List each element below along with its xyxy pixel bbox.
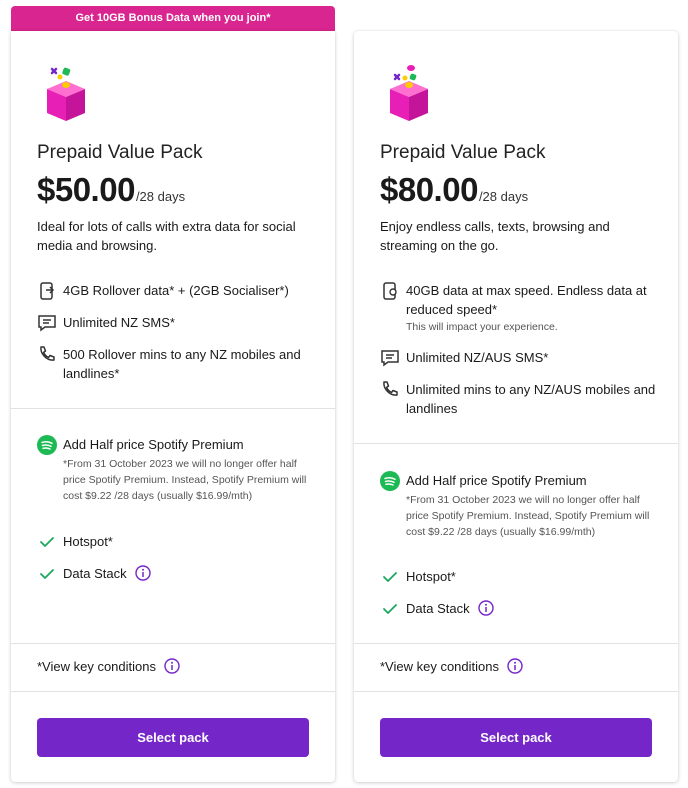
select-pack-button[interactable]: Select pack	[380, 718, 652, 757]
info-icon[interactable]	[507, 658, 523, 674]
feature-text: Unlimited NZ SMS*	[63, 315, 175, 330]
info-icon[interactable]	[164, 658, 180, 674]
phone-icon	[383, 381, 398, 396]
plan-card-80: Prepaid Value Pack $80.00/28 days Enjoy …	[354, 31, 678, 782]
feature-sms: Unlimited NZ/AUS SMS*	[380, 348, 660, 368]
plan-card-50: Prepaid Value Pack $50.00/28 days Ideal …	[11, 31, 335, 782]
data-phone-icon	[40, 282, 55, 300]
spotify-title: Add Half price Spotify Premium	[63, 437, 244, 452]
info-icon[interactable]	[477, 600, 494, 616]
price-row: $80.00/28 days	[380, 171, 528, 209]
spotify-addon[interactable]: Add Half price Spotify Premium *From 31 …	[380, 471, 660, 540]
spotify-note: *From 31 October 2023 we will no longer …	[63, 458, 307, 502]
plan-name: Prepaid Value Pack	[37, 142, 203, 163]
extra-hotspot: Hotspot*	[380, 567, 660, 587]
bonus-data-banner: Get 10GB Bonus Data when you join*	[11, 6, 335, 31]
divider	[11, 408, 335, 409]
plan-description: Enjoy endless calls, texts, browsing and…	[380, 219, 610, 253]
feature-sms: Unlimited NZ SMS*	[37, 313, 317, 333]
divider	[354, 443, 678, 444]
extra-text: Data Stack	[63, 566, 127, 581]
spotify-title: Add Half price Spotify Premium	[406, 473, 587, 488]
sms-icon	[381, 350, 399, 367]
feature-text: 500 Rollover mins to any NZ mobiles and …	[63, 347, 301, 381]
divider	[11, 643, 335, 644]
price-row: $50.00/28 days	[37, 171, 185, 209]
plan-price: $80.00	[380, 171, 478, 208]
info-icon[interactable]	[134, 565, 151, 581]
divider	[354, 691, 678, 692]
plan-period: /28 days	[478, 189, 529, 204]
divider	[11, 691, 335, 692]
spotify-note: *From 31 October 2023 we will no longer …	[406, 494, 650, 538]
feature-text: 4GB Rollover data* + (2GB Socialiser*)	[63, 283, 289, 298]
gift-box-icon	[390, 65, 428, 121]
feature-text: 40GB data at max speed. Endless data at …	[406, 283, 647, 317]
sms-icon	[38, 315, 56, 332]
view-key-conditions-link[interactable]: *View key conditions	[37, 658, 180, 674]
feature-calls: Unlimited mins to any NZ/AUS mobiles and…	[380, 380, 660, 418]
extra-text: Hotspot*	[406, 569, 456, 584]
feature-subtext: This will impact your experience.	[406, 321, 558, 333]
feature-calls: 500 Rollover mins to any NZ mobiles and …	[37, 345, 317, 383]
spotify-icon	[380, 471, 400, 491]
extra-text: Hotspot*	[63, 534, 113, 549]
extra-data-stack: Data Stack	[380, 599, 660, 619]
phone-icon	[40, 346, 55, 361]
spotify-icon	[37, 435, 57, 455]
conditions-label: *View key conditions	[37, 658, 156, 674]
conditions-label: *View key conditions	[380, 658, 499, 674]
select-pack-button[interactable]: Select pack	[37, 718, 309, 757]
plan-period: /28 days	[135, 189, 186, 204]
extra-text: Data Stack	[406, 601, 470, 616]
spotify-addon[interactable]: Add Half price Spotify Premium *From 31 …	[37, 435, 317, 504]
check-icon	[383, 604, 397, 614]
feature-text: Unlimited mins to any NZ/AUS mobiles and…	[406, 382, 656, 416]
view-key-conditions-link[interactable]: *View key conditions	[380, 658, 523, 674]
check-icon	[40, 569, 54, 579]
check-icon	[383, 572, 397, 582]
divider	[354, 643, 678, 644]
feature-text: Unlimited NZ/AUS SMS*	[406, 350, 549, 365]
feature-data: 4GB Rollover data* + (2GB Socialiser*)	[37, 281, 317, 301]
plan-description: Ideal for lots of calls with extra data …	[37, 219, 296, 253]
check-icon	[40, 537, 54, 547]
plan-price: $50.00	[37, 171, 135, 208]
feature-data: 40GB data at max speed. Endless data at …	[380, 281, 660, 334]
plan-name: Prepaid Value Pack	[380, 142, 546, 163]
gift-box-icon	[47, 67, 85, 121]
data-phone-icon	[383, 282, 397, 300]
extra-data-stack: Data Stack	[37, 564, 317, 584]
extra-hotspot: Hotspot*	[37, 532, 317, 552]
